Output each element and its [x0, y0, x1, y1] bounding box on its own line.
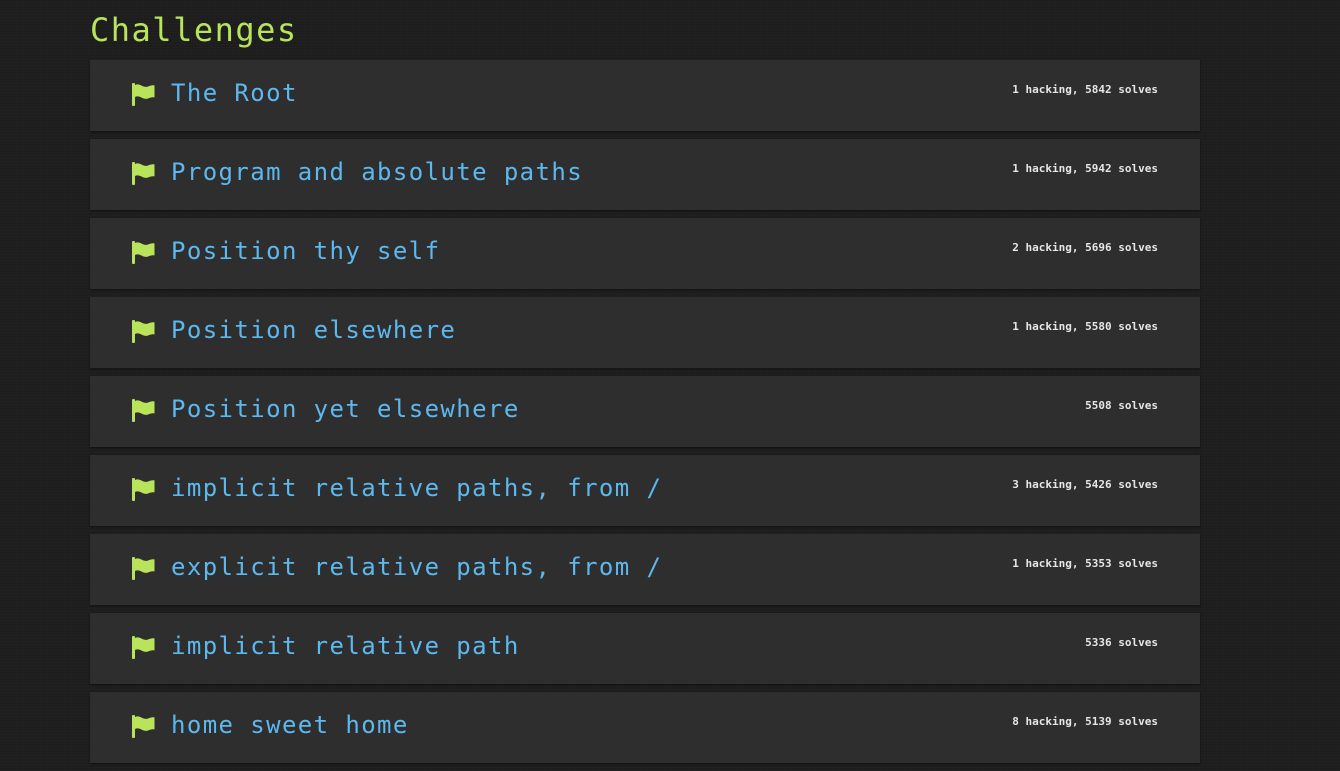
challenge-name: home sweet home: [171, 711, 409, 739]
challenge-name: implicit relative paths, from /: [171, 474, 663, 502]
challenge-row-position-yet-elsewhere[interactable]: Position yet elsewhere 5508 solves: [90, 376, 1200, 447]
flag-icon: [131, 477, 155, 501]
challenge-list: The Root 1 hacking, 5842 solves Program …: [90, 60, 1200, 771]
challenge-name: Position yet elsewhere: [171, 395, 520, 423]
page-title: Challenges: [90, 11, 298, 49]
challenge-stats: 5336 solves: [1085, 636, 1158, 649]
flag-icon: [131, 398, 155, 422]
challenge-row-program-and-absolute-paths[interactable]: Program and absolute paths 1 hacking, 59…: [90, 139, 1200, 210]
flag-icon: [131, 635, 155, 659]
challenge-stats: 1 hacking, 5842 solves: [1012, 83, 1158, 96]
challenge-row-the-root[interactable]: The Root 1 hacking, 5842 solves: [90, 60, 1200, 131]
flag-icon: [131, 556, 155, 580]
challenge-name: Position thy self: [171, 237, 441, 265]
flag-icon: [131, 714, 155, 738]
flag-icon: [131, 240, 155, 264]
challenge-stats: 1 hacking, 5353 solves: [1012, 557, 1158, 570]
challenge-row-position-elsewhere[interactable]: Position elsewhere 1 hacking, 5580 solve…: [90, 297, 1200, 368]
challenge-name: The Root: [171, 79, 298, 107]
challenge-name: explicit relative paths, from /: [171, 553, 663, 581]
challenge-row-explicit-relative-paths-from-root[interactable]: explicit relative paths, from / 1 hackin…: [90, 534, 1200, 605]
challenge-name: implicit relative path: [171, 632, 520, 660]
challenge-stats: 3 hacking, 5426 solves: [1012, 478, 1158, 491]
challenge-name: Position elsewhere: [171, 316, 457, 344]
flag-icon: [131, 82, 155, 106]
challenge-name: Program and absolute paths: [171, 158, 584, 186]
challenge-row-position-thy-self[interactable]: Position thy self 2 hacking, 5696 solves: [90, 218, 1200, 289]
flag-icon: [131, 319, 155, 343]
challenge-stats: 8 hacking, 5139 solves: [1012, 715, 1158, 728]
challenge-stats: 2 hacking, 5696 solves: [1012, 241, 1158, 254]
challenge-stats: 1 hacking, 5580 solves: [1012, 320, 1158, 333]
challenge-row-implicit-relative-paths-from-root[interactable]: implicit relative paths, from / 3 hackin…: [90, 455, 1200, 526]
challenge-stats: 5508 solves: [1085, 399, 1158, 412]
flag-icon: [131, 161, 155, 185]
challenge-stats: 1 hacking, 5942 solves: [1012, 162, 1158, 175]
challenge-row-home-sweet-home[interactable]: home sweet home 8 hacking, 5139 solves: [90, 692, 1200, 763]
challenge-row-implicit-relative-path[interactable]: implicit relative path 5336 solves: [90, 613, 1200, 684]
